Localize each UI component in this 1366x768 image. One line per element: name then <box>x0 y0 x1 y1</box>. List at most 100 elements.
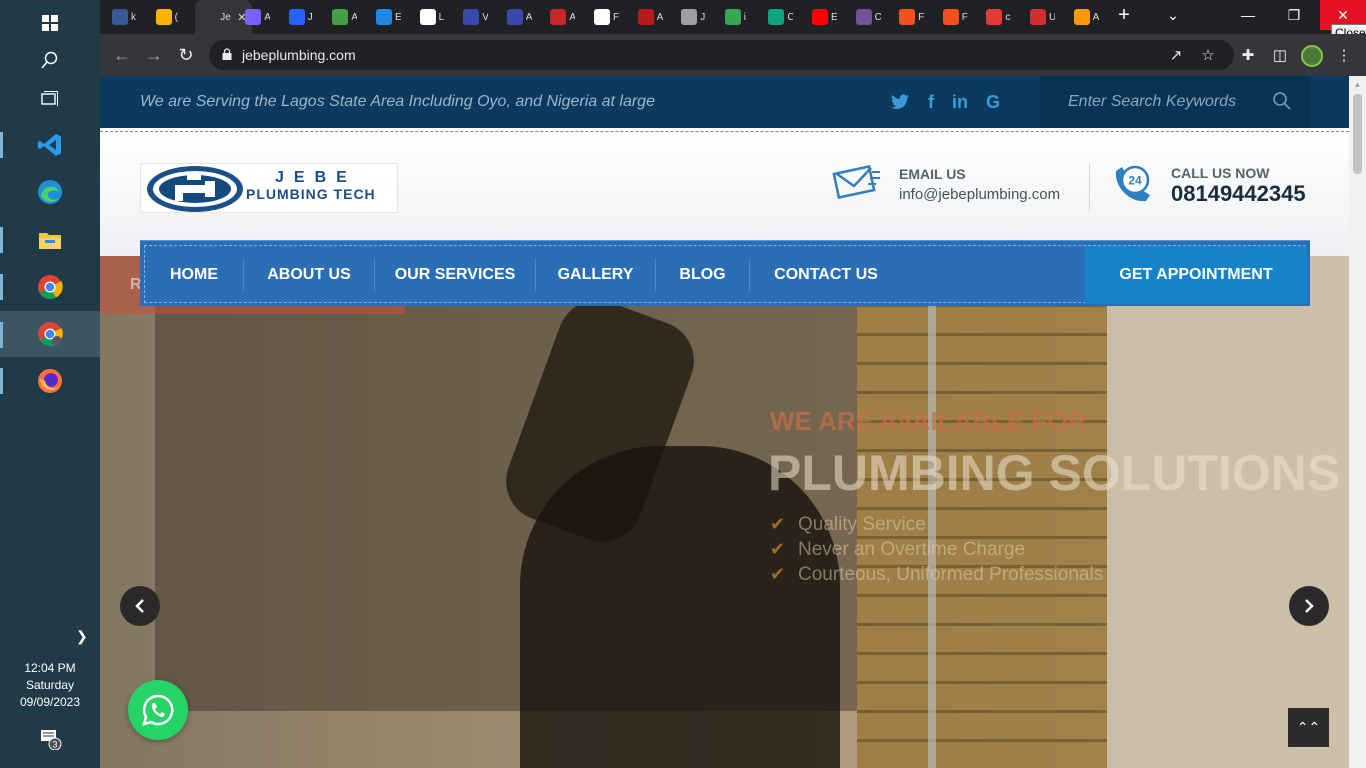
browser-tab[interactable]: ( <box>155 4 181 30</box>
tab-title: Je <box>220 11 231 23</box>
hero-feature-text: Never an Overtime Charge <box>798 539 1026 560</box>
bookmark-star-icon[interactable]: ☆ <box>1198 45 1218 65</box>
windows-icon <box>42 15 58 31</box>
tab-favicon-icon <box>419 9 436 25</box>
taskbar-file-explorer[interactable] <box>0 217 100 263</box>
tab-title: E <box>831 11 837 23</box>
browser-tab[interactable]: L <box>419 4 445 30</box>
carousel-next-button[interactable] <box>1289 586 1329 626</box>
taskbar-chrome-profile[interactable] <box>0 311 100 357</box>
browser-tab[interactable]: k <box>112 4 137 30</box>
tab-favicon-icon <box>594 9 610 25</box>
show-hidden-icons-chevron-icon[interactable]: ❯ <box>76 628 88 645</box>
tab-search-chevron-icon[interactable]: ⌄ <box>1150 0 1196 30</box>
tab-title: F <box>961 11 968 23</box>
nav-home[interactable]: HOME <box>145 246 243 304</box>
browser-tab[interactable]: F <box>899 4 924 30</box>
chrome-icon <box>38 322 63 347</box>
hero-subtitle: WE ARE AVAILABLE FOR <box>770 406 1087 436</box>
new-tab-plus-icon[interactable]: + <box>1101 0 1147 30</box>
tab-title: L <box>438 11 445 23</box>
back-to-top-button[interactable]: ⌃⌃ <box>1288 708 1329 747</box>
browser-tab[interactable]: F <box>942 4 968 30</box>
browser-tab[interactable]: A <box>506 4 532 30</box>
reload-icon[interactable]: ↻ <box>174 43 198 67</box>
get-appointment-button[interactable]: GET APPOINTMENT <box>1085 246 1307 304</box>
browser-tab[interactable]: E <box>812 4 837 30</box>
browser-tab[interactable]: C <box>768 4 793 30</box>
site-search-input[interactable] <box>1068 91 1268 113</box>
nav-about-us[interactable]: ABOUT US <box>244 246 374 304</box>
google-icon[interactable]: G <box>982 91 1004 113</box>
forward-arrow-icon[interactable]: → <box>142 43 166 67</box>
hero-feature: ✔ Quality Service <box>770 514 1103 539</box>
whatsapp-chat-button[interactable] <box>128 680 188 740</box>
tab-favicon-icon <box>724 9 741 25</box>
check-icon: ✔ <box>770 539 786 559</box>
browser-tab[interactable]: V <box>463 4 488 30</box>
page-scrollbar[interactable]: ▲ <box>1349 76 1366 768</box>
chrome-menu-icon[interactable]: ⋮ <box>1334 45 1354 65</box>
tab-title: F <box>613 11 619 23</box>
nav-blog[interactable]: BLOG <box>656 246 749 304</box>
nav-gallery[interactable]: GALLERY <box>536 246 655 304</box>
browser-tab[interactable]: A <box>550 4 575 30</box>
search-icon <box>41 51 58 69</box>
twitter-icon[interactable] <box>889 91 911 113</box>
taskbar-firefox[interactable] <box>0 358 100 404</box>
tab-favicon-icon <box>245 9 262 25</box>
carousel-prev-button[interactable] <box>120 586 160 626</box>
browser-tab[interactable]: E <box>376 4 401 30</box>
taskbar-chrome[interactable] <box>0 264 100 310</box>
browser-tab[interactable]: C <box>855 4 881 30</box>
lock-icon[interactable] <box>222 48 232 60</box>
browser-tab[interactable]: J <box>681 4 706 30</box>
browser-tab[interactable]: A <box>637 4 663 30</box>
clock-day: Saturday <box>25 678 75 692</box>
notification-icon: 3 <box>41 730 62 751</box>
restore-button[interactable]: ❐ <box>1271 0 1317 30</box>
nav-our-services[interactable]: OUR SERVICES <box>375 246 535 304</box>
browser-tab[interactable]: A <box>1073 4 1099 30</box>
search-icon[interactable] <box>1272 91 1292 111</box>
tab-title: C <box>787 11 794 23</box>
minimize-button[interactable]: — <box>1225 0 1271 30</box>
taskbar-vscode[interactable] <box>0 122 100 168</box>
browser-tab[interactable]: A <box>332 4 357 30</box>
phone-value: 08149442345 <box>1171 181 1306 206</box>
tab-favicon-icon <box>1073 9 1090 25</box>
browser-tab[interactable]: U <box>1030 4 1055 30</box>
profile-avatar[interactable] <box>1301 45 1323 67</box>
extensions-puzzle-icon[interactable]: ✚ <box>1238 45 1258 65</box>
site-tagline: We are Serving the Lagos State Area Incl… <box>140 93 655 110</box>
browser-tab[interactable]: c <box>986 4 1011 30</box>
side-panel-icon[interactable]: ◫ <box>1270 45 1290 65</box>
tab-favicon-icon <box>332 9 349 25</box>
tab-favicon-icon <box>812 9 828 25</box>
hero-slider: R WE ARE AVAILABLE FOR PLUMBING SOLUTION… <box>100 256 1349 768</box>
browser-tab[interactable]: F <box>594 4 619 30</box>
web-page: We are Serving the Lagos State Area Incl… <box>100 76 1349 768</box>
facebook-icon[interactable]: f <box>920 91 942 113</box>
browser-tab[interactable]: J <box>288 4 314 30</box>
site-logo[interactable]: JEBE PLUMBING TECH <box>140 163 398 213</box>
browser-tab[interactable]: A <box>245 4 270 30</box>
notification-center-button[interactable]: 3 <box>40 728 62 751</box>
system-clock[interactable]: 12:04 PM Saturday 09/09/2023 <box>0 660 100 711</box>
address-bar[interactable]: jebeplumbing.com ↗ ☆ <box>209 40 1234 70</box>
taskbar-edge[interactable] <box>0 169 100 215</box>
back-arrow-icon[interactable]: ← <box>110 43 134 67</box>
task-view-button[interactable] <box>0 76 100 122</box>
browser-tab-active[interactable]: Je ✕ <box>195 0 253 34</box>
browser-tab[interactable]: i <box>724 4 750 30</box>
scroll-up-arrow-icon[interactable]: ▲ <box>1353 80 1362 89</box>
chrome-window: k(Je ✕ A J A E L V A A F A Ji C E C F Fc U A + ⌄ — ❐ ✕ Close… <box>100 0 1366 768</box>
scrollbar-thumb[interactable] <box>1353 94 1362 174</box>
divider <box>100 131 1349 132</box>
nav-contact-us[interactable]: CONTACT US <box>750 246 902 304</box>
tab-title: i <box>743 11 747 23</box>
tab-title: A <box>569 11 576 23</box>
linkedin-icon[interactable]: in <box>949 91 971 113</box>
clock-date: 09/09/2023 <box>19 695 81 709</box>
share-icon[interactable]: ↗ <box>1166 45 1186 65</box>
